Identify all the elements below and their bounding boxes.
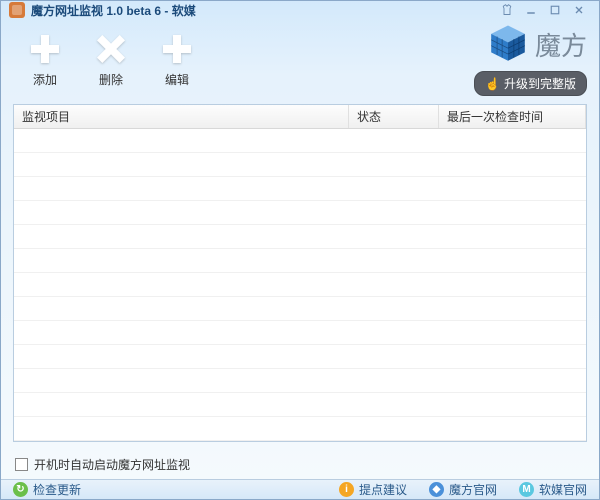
table-row — [14, 249, 586, 273]
plus-icon — [157, 29, 197, 69]
edit-button[interactable]: 编辑 — [157, 29, 197, 88]
check-update-link[interactable]: ↻ 检查更新 — [13, 481, 81, 498]
upgrade-button[interactable]: ☝ 升级到完整版 — [474, 71, 587, 96]
table-row — [14, 369, 586, 393]
skin-button[interactable] — [495, 1, 519, 19]
table-row — [14, 153, 586, 177]
suggest-label: 提点建议 — [359, 481, 407, 498]
close-button[interactable] — [567, 1, 591, 19]
upgrade-label: 升级到完整版 — [504, 75, 576, 92]
app-icon — [9, 2, 25, 18]
table-row — [14, 273, 586, 297]
minimize-button[interactable] — [519, 1, 543, 19]
delete-label: 删除 — [99, 71, 123, 88]
toolbar: 添加 删除 编辑 — [13, 23, 197, 88]
table-row — [14, 345, 586, 369]
upgrade-arrow-icon: ☝ — [485, 77, 500, 91]
ruanmei-site-link[interactable]: M 软媒官网 — [519, 481, 587, 498]
plus-icon — [25, 29, 65, 69]
mofang-site-link[interactable]: ◆ 魔方官网 — [429, 481, 497, 498]
cube-small-icon: ◆ — [429, 482, 444, 497]
col-status[interactable]: 状态 — [349, 105, 439, 128]
brand-name: 魔方 — [535, 26, 587, 63]
bulb-icon: i — [339, 482, 354, 497]
table-row — [14, 201, 586, 225]
ruanmei-site-label: 软媒官网 — [539, 481, 587, 498]
table-row — [14, 321, 586, 345]
brand-logo: 魔方 — [487, 23, 587, 65]
table-row — [14, 297, 586, 321]
table-row — [14, 393, 586, 417]
delete-button[interactable]: 删除 — [91, 29, 131, 88]
table-row — [14, 177, 586, 201]
m-icon: M — [519, 482, 534, 497]
edit-label: 编辑 — [165, 71, 189, 88]
table-row — [14, 129, 586, 153]
monitor-table: 监视项目 状态 最后一次检查时间 — [13, 104, 587, 442]
suggest-link[interactable]: i 提点建议 — [339, 481, 407, 498]
startup-label: 开机时自动启动魔方网址监视 — [34, 456, 190, 473]
col-item[interactable]: 监视项目 — [14, 105, 349, 128]
check-update-label: 检查更新 — [33, 481, 81, 498]
table-header: 监视项目 状态 最后一次检查时间 — [14, 105, 586, 129]
mofang-site-label: 魔方官网 — [449, 481, 497, 498]
table-body[interactable] — [14, 129, 586, 441]
titlebar: 魔方网址监视 1.0 beta 6 - 软媒 — [1, 1, 599, 19]
footer: ↻ 检查更新 i 提点建议 ◆ 魔方官网 M 软媒官网 — [1, 479, 599, 499]
startup-option: 开机时自动启动魔方网址监视 — [1, 450, 599, 479]
refresh-icon: ↻ — [13, 482, 28, 497]
window-title: 魔方网址监视 1.0 beta 6 - 软媒 — [31, 2, 196, 19]
table-row — [14, 417, 586, 441]
cube-icon — [487, 23, 529, 65]
startup-checkbox[interactable] — [15, 458, 28, 471]
add-button[interactable]: 添加 — [25, 29, 65, 88]
x-icon — [91, 29, 131, 69]
col-lastcheck[interactable]: 最后一次检查时间 — [439, 105, 586, 128]
add-label: 添加 — [33, 71, 57, 88]
maximize-button[interactable] — [543, 1, 567, 19]
table-row — [14, 225, 586, 249]
